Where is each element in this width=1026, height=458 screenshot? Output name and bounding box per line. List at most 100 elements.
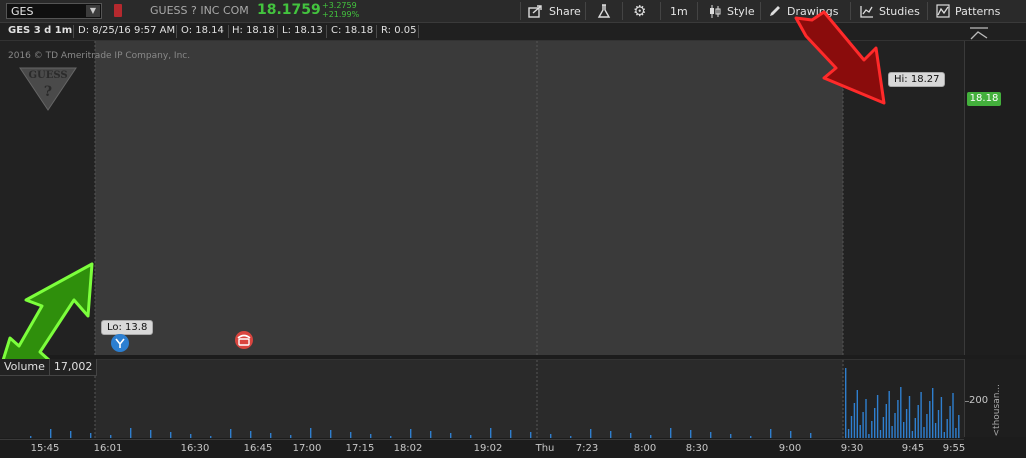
- time-axis[interactable]: 15:45 16:01 16:30 16:45 17:00 17:15 18:02 19:02…: [0, 439, 966, 458]
- toolbar-separator: [622, 2, 623, 20]
- volume-bar: [845, 368, 847, 438]
- time-tick-label: 8:00: [633, 443, 657, 454]
- flask-button[interactable]: [597, 0, 611, 22]
- chart-title[interactable]: GES 3 d 1m: [8, 25, 72, 36]
- header-separator: [228, 25, 229, 38]
- volume-value: 17,002: [49, 359, 98, 376]
- volume-bar: [570, 436, 572, 438]
- gear-icon: ⚙: [633, 2, 647, 20]
- symbol-dropdown-icon[interactable]: ▼: [86, 5, 100, 17]
- price-pane[interactable]: [0, 41, 964, 355]
- time-tick-label: 19:02: [473, 443, 503, 454]
- bar-close: C: 18.18: [331, 25, 374, 36]
- style-button[interactable]: Style: [708, 0, 755, 22]
- time-tick-label: 8:30: [685, 443, 709, 454]
- high-annotation: Hi: 18.27: [888, 72, 946, 87]
- volume-bar: [955, 428, 957, 438]
- volume-bar: [530, 432, 532, 438]
- toolbar-separator: [520, 2, 521, 20]
- volume-bar: [230, 429, 232, 438]
- volume-bar: [810, 433, 812, 438]
- volume-bar: [110, 435, 112, 438]
- low-annotation: Lo: 13.8: [101, 320, 154, 335]
- volume-bar: [917, 405, 919, 438]
- volume-bar: [876, 395, 879, 438]
- volume-bar: [550, 434, 552, 438]
- volume-bar: [750, 436, 752, 438]
- time-tick-label: 18:02: [393, 443, 423, 454]
- header-separator: [376, 25, 377, 38]
- volume-bar: [929, 401, 931, 438]
- volume-bar: [911, 431, 914, 438]
- volume-bar: [920, 392, 922, 438]
- volume-bar: [450, 433, 452, 438]
- volume-bar: [914, 418, 916, 438]
- volume-bar: [30, 436, 32, 438]
- volume-bar: [850, 416, 853, 438]
- volume-bar: [370, 434, 372, 438]
- earnings-call-icon[interactable]: [234, 330, 254, 350]
- price-axis[interactable]: 19181716151413: [964, 41, 1026, 355]
- time-tick-label: 9:30: [840, 443, 864, 454]
- bar-low: L: 18.13: [282, 25, 323, 36]
- volume-bar: [926, 414, 928, 438]
- bar-open: O: 18.14: [181, 25, 224, 36]
- time-tick-label: 16:45: [243, 443, 273, 454]
- volume-bar: [859, 425, 861, 438]
- volume-bar: [90, 433, 92, 438]
- expand-icon[interactable]: [968, 26, 990, 40]
- candlestick-chart: [94, 41, 844, 355]
- drawings-button[interactable]: Drawings: [768, 0, 838, 22]
- bar-range: R: 0.05: [381, 25, 417, 36]
- candles-icon: [710, 4, 721, 18]
- volume-bar: [865, 399, 867, 438]
- logo-text: GUESS: [28, 70, 67, 81]
- volume-bar: [290, 435, 292, 438]
- volume-bar: [710, 432, 712, 438]
- toolbar-separator: [697, 2, 698, 20]
- header-separator: [277, 25, 278, 38]
- share-button[interactable]: Share: [528, 0, 581, 22]
- header-separator: [176, 25, 177, 38]
- volume-bar: [350, 432, 352, 438]
- watchlist-flag-icon[interactable]: [114, 4, 122, 17]
- volume-bar: [885, 404, 887, 438]
- volume-bar: [610, 431, 612, 438]
- company-name: GUESS ? INC COM: [150, 4, 249, 17]
- volume-bar: [943, 432, 945, 438]
- price-change: +3.2759 +21.99%: [322, 1, 359, 19]
- drawings-label: Drawings: [787, 4, 839, 18]
- time-tick-label: 17:00: [292, 443, 322, 454]
- volume-bar: [903, 422, 905, 438]
- flask-icon: [597, 3, 611, 18]
- patterns-icon: [936, 4, 950, 18]
- volume-bar: [310, 428, 312, 438]
- volume-bar: [862, 412, 864, 438]
- toolbar-separator: [760, 2, 761, 20]
- symbol-input[interactable]: GES ▼: [6, 3, 102, 19]
- header-separator: [73, 25, 74, 38]
- patterns-button[interactable]: Patterns: [936, 0, 1000, 22]
- volume-bar: [490, 428, 492, 438]
- volume-bar: [270, 433, 272, 438]
- header-separator: [418, 25, 419, 38]
- dividend-icon[interactable]: [110, 333, 130, 353]
- toolbar-separator: [850, 2, 851, 20]
- toolbar-separator: [585, 2, 586, 20]
- volume-bar: [170, 432, 172, 438]
- volume-bar: [949, 406, 951, 438]
- settings-button[interactable]: ⚙: [633, 0, 646, 22]
- studies-button[interactable]: Studies: [860, 0, 920, 22]
- volume-bar: [430, 431, 432, 438]
- time-tick-label: 9:55: [942, 443, 966, 454]
- volume-label[interactable]: Volume: [0, 359, 50, 376]
- top-toolbar: GES ▼ GUESS ? INC COM 18.1759 +3.2759 +2…: [0, 0, 1026, 23]
- interval-button[interactable]: 1m: [670, 0, 688, 22]
- volume-pane[interactable]: [0, 359, 964, 438]
- volume-bar: [934, 423, 937, 438]
- volume-bar: [770, 429, 772, 438]
- volume-bar: [908, 396, 911, 438]
- volume-bar: [900, 387, 902, 438]
- time-tick-label: Thu: [535, 443, 555, 454]
- volume-bar: [630, 433, 632, 438]
